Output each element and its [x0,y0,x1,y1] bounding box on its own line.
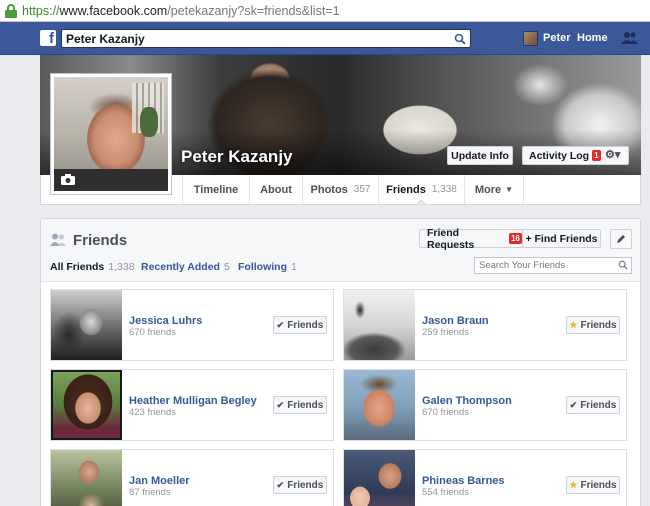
friend-card: Galen Thompson 670 friends ✔ Friends [343,369,627,441]
camera-icon[interactable] [61,174,75,185]
subtab-recently-added[interactable]: Recently Added 5 [141,261,230,273]
friends-button[interactable]: ✔ Friends [273,396,327,414]
friend-photo[interactable] [51,450,122,506]
friends-icon [50,233,66,246]
check-icon: ✔ [569,399,578,410]
friends-button[interactable]: ✔ Friends [273,476,327,494]
friend-name[interactable]: Galen Thompson [422,395,512,407]
friend-name[interactable]: Heather Mulligan Begley [129,395,257,407]
friends-panel: Friends Friend Requests 16 + Find Friend… [40,218,641,506]
friend-requests-badge: 16 [509,233,522,244]
tab-timeline[interactable]: Timeline [182,175,249,204]
active-tab-caret-icon [416,200,426,205]
friend-name[interactable]: Jessica Luhrs [129,315,202,327]
find-friends-button[interactable]: + Find Friends [522,229,601,248]
lock-icon [4,3,18,18]
friend-photo[interactable] [344,370,415,440]
tab-more[interactable]: More ▼ [464,175,524,204]
friends-button[interactable]: ✔ Friends [273,316,327,334]
friends-button[interactable]: ★ Friends [566,476,620,494]
friends-button[interactable]: ★ Friends [566,316,620,334]
star-icon: ★ [569,319,578,330]
friend-card: Jason Braun 259 friends ★ Friends [343,289,627,361]
search-input-value: Peter Kazanjy [66,32,145,46]
activity-log-badge: 1 [592,150,601,161]
friend-count[interactable]: 670 friends [129,327,176,338]
gear-icon[interactable]: ⚙▾ [605,148,620,161]
friend-photo[interactable] [51,290,122,360]
friend-card: Jan Moeller 87 friends ✔ Friends [50,449,334,506]
friend-count[interactable]: 670 friends [422,407,469,418]
update-info-button[interactable]: Update Info [447,146,513,165]
friend-requests-icon[interactable] [621,31,639,45]
search-friends-input[interactable]: Search Your Friends [474,257,632,274]
profile-name[interactable]: Peter Kazanjy [181,147,293,167]
tab-about[interactable]: About [249,175,302,204]
friend-requests-label: Friend Requests [427,226,475,251]
search-input[interactable]: Peter Kazanjy [61,29,471,48]
search-icon[interactable] [454,33,466,45]
url-scheme: https:// [22,3,60,18]
friend-count[interactable]: 87 friends [129,487,171,498]
friends-panel-header: Friends Friend Requests 16 + Find Friend… [41,219,640,282]
user-avatar[interactable] [523,31,538,46]
friend-name[interactable]: Jason Braun [422,315,489,327]
user-name-link[interactable]: Peter [543,32,571,44]
browser-url-bar[interactable]: https://www.facebook.com/petekazanjy?sk=… [0,0,650,22]
url-path: /petekazanjy?sk=friends&list=1 [167,3,340,18]
subtab-following[interactable]: Following 1 [238,261,297,273]
friend-name[interactable]: Jan Moeller [129,475,190,487]
subtab-all-friends[interactable]: All Friends 1,338 [50,261,135,273]
profile-picture[interactable] [50,73,172,195]
friend-card: Jessica Luhrs 670 friends ✔ Friends [50,289,334,361]
friend-photo[interactable] [51,370,122,440]
friends-panel-title: Friends [73,232,128,249]
friend-photo[interactable] [344,290,415,360]
check-icon: ✔ [276,399,285,410]
top-nav-bar: f Peter Kazanjy Peter Home [0,22,650,55]
search-icon[interactable] [618,260,628,270]
edit-pencil-button[interactable] [610,229,632,249]
facebook-logo-icon[interactable]: f [40,30,56,46]
friend-name[interactable]: Phineas Barnes [422,475,505,487]
star-icon: ★ [569,479,578,490]
home-link[interactable]: Home [577,32,608,44]
friend-card: Heather Mulligan Begley 423 friends ✔ Fri… [50,369,334,441]
friend-requests-button[interactable]: Friend Requests 16 [419,226,523,251]
check-icon: ✔ [276,319,285,330]
friend-count[interactable]: 423 friends [129,407,176,418]
pencil-icon [617,235,625,243]
activity-log-button[interactable]: Activity Log 1 ⚙▾ [522,146,629,165]
tab-photos[interactable]: Photos 357 [302,175,378,204]
friend-count[interactable]: 259 friends [422,327,469,338]
friends-button[interactable]: ✔ Friends [566,396,620,414]
friend-photo[interactable] [344,450,415,506]
activity-log-label: Activity Log [529,149,590,162]
friend-card: Phineas Barnes 554 friends ★ Friends [343,449,627,506]
chevron-down-icon: ▼ [505,185,514,194]
url-host: www.facebook.com [59,3,168,18]
check-icon: ✔ [276,479,285,490]
friend-count[interactable]: 554 friends [422,487,469,498]
